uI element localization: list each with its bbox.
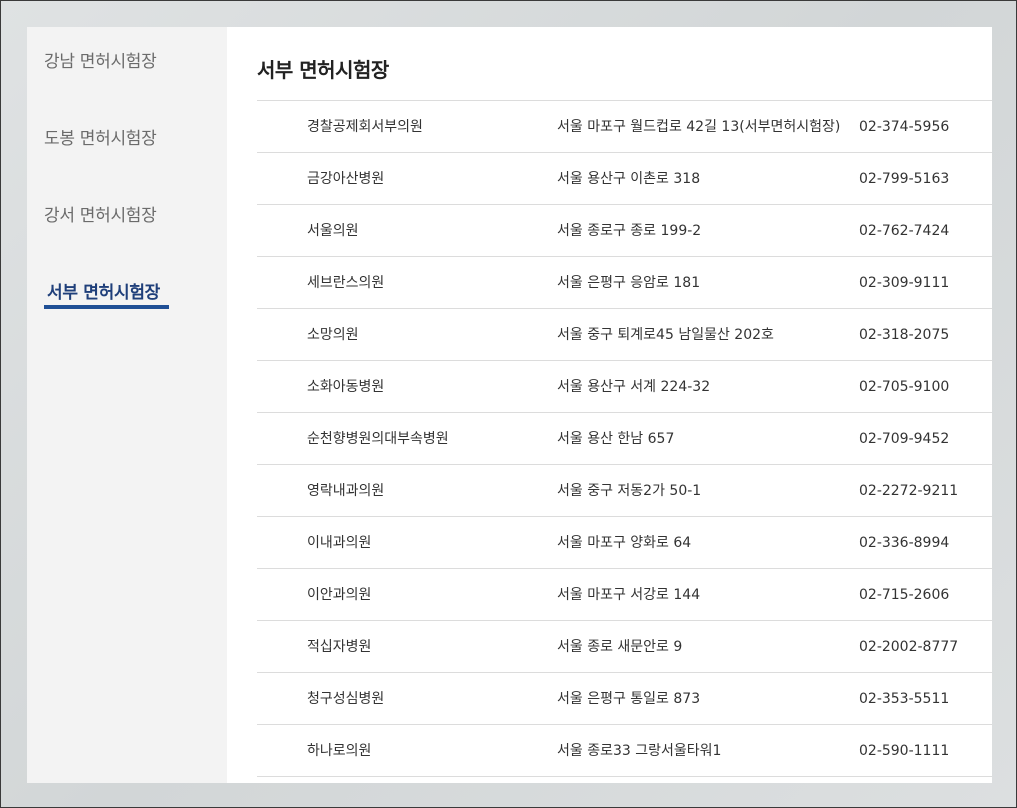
hospital-address: 서울 중구 퇴계로45 남일물산 202호 xyxy=(557,326,774,343)
hospital-phone: 02-318-2075 xyxy=(859,326,950,343)
hospital-address: 서울 마포구 양화로 64 xyxy=(557,534,692,551)
hospital-address: 서울 종로 새문안로 9 xyxy=(557,638,683,655)
hospital-address: 서울 은평구 응암로 181 xyxy=(557,274,701,291)
hospital-name: 소화아동병원 xyxy=(307,378,385,395)
sidebar-item-seobu[interactable]: 서부 면허시험장 xyxy=(47,278,160,303)
table-row: 이안과의원 서울 마포구 서강로 144 02-715-2606 xyxy=(257,569,992,621)
hospital-name: 순천향병원의대부속병원 xyxy=(307,430,449,447)
hospital-phone: 02-336-8994 xyxy=(859,534,950,551)
hospital-address: 서울 은평구 통일로 873 xyxy=(557,690,701,707)
sidebar: 강남 면허시험장 도봉 면허시험장 강서 면허시험장 서부 면허시험장 xyxy=(27,27,227,783)
table-row: 이내과의원 서울 마포구 양화로 64 02-336-8994 xyxy=(257,517,992,569)
sidebar-item-dobong[interactable]: 도봉 면허시험장 xyxy=(44,124,157,149)
hospital-address: 서울 중구 저동2가 50-1 xyxy=(557,482,702,499)
hospital-phone: 02-590-1111 xyxy=(859,742,950,759)
hospital-name: 이안과의원 xyxy=(307,586,372,603)
table-row: 세브란스의원 서울 은평구 응암로 181 02-309-9111 xyxy=(257,257,992,309)
content-area: 서부 면허시험장 경찰공제회서부의원 서울 마포구 월드컵로 42길 13(서부면… xyxy=(227,27,992,783)
hospital-phone: 02-309-9111 xyxy=(859,274,950,291)
hospital-name: 경찰공제회서부의원 xyxy=(307,118,423,135)
table-row: 소망의원 서울 중구 퇴계로45 남일물산 202호 02-318-2075 xyxy=(257,309,992,361)
window-frame: 강남 면허시험장 도봉 면허시험장 강서 면허시험장 서부 면허시험장 서부 면… xyxy=(0,0,1017,808)
hospital-address: 서울 용산구 서계 224-32 xyxy=(557,378,711,395)
hospital-phone: 02-705-9100 xyxy=(859,378,950,395)
hospital-name: 이내과의원 xyxy=(307,534,372,551)
table-row: 순천향병원의대부속병원 서울 용산 한남 657 02-709-9452 xyxy=(257,413,992,465)
hospital-address: 서울 용산구 이촌로 318 xyxy=(557,170,701,187)
hospital-name: 영락내과의원 xyxy=(307,482,385,499)
hospital-phone: 02-715-2606 xyxy=(859,586,950,603)
table-row: 경찰공제회서부의원 서울 마포구 월드컵로 42길 13(서부면허시험장) 02-3… xyxy=(257,101,992,153)
hospital-address: 서울 종로33 그랑서울타워1 xyxy=(557,742,722,759)
hospital-phone: 02-353-5511 xyxy=(859,690,950,707)
hospital-table: 경찰공제회서부의원 서울 마포구 월드컵로 42길 13(서부면허시험장) 02-3… xyxy=(257,100,992,777)
sidebar-item-gangseo[interactable]: 강서 면허시험장 xyxy=(44,201,157,226)
hospital-phone: 02-374-5956 xyxy=(859,118,950,135)
hospital-name: 금강아산병원 xyxy=(307,170,385,187)
hospital-name: 적십자병원 xyxy=(307,638,372,655)
main-panel: 강남 면허시험장 도봉 면허시험장 강서 면허시험장 서부 면허시험장 서부 면… xyxy=(27,27,992,783)
active-tab-indicator xyxy=(44,305,169,309)
hospital-name: 서울의원 xyxy=(307,222,359,239)
table-row: 소화아동병원 서울 용산구 서계 224-32 02-705-9100 xyxy=(257,361,992,413)
table-row: 청구성심병원 서울 은평구 통일로 873 02-353-5511 xyxy=(257,673,992,725)
hospital-phone: 02-762-7424 xyxy=(859,222,950,239)
hospital-address: 서울 마포구 서강로 144 xyxy=(557,586,701,603)
hospital-name: 세브란스의원 xyxy=(307,274,385,291)
hospital-address: 서울 종로구 종로 199-2 xyxy=(557,222,702,239)
table-row: 영락내과의원 서울 중구 저동2가 50-1 02-2272-9211 xyxy=(257,465,992,517)
table-row: 서울의원 서울 종로구 종로 199-2 02-762-7424 xyxy=(257,205,992,257)
hospital-name: 청구성심병원 xyxy=(307,690,385,707)
hospital-phone: 02-709-9452 xyxy=(859,430,950,447)
hospital-phone: 02-799-5163 xyxy=(859,170,950,187)
hospital-address: 서울 마포구 월드컵로 42길 13(서부면허시험장) xyxy=(557,118,841,135)
table-row: 적십자병원 서울 종로 새문안로 9 02-2002-8777 xyxy=(257,621,992,673)
hospital-name: 소망의원 xyxy=(307,326,359,343)
sidebar-item-gangnam[interactable]: 강남 면허시험장 xyxy=(44,47,157,72)
table-row: 금강아산병원 서울 용산구 이촌로 318 02-799-5163 xyxy=(257,153,992,205)
hospital-phone: 02-2002-8777 xyxy=(859,638,959,655)
hospital-name: 하나로의원 xyxy=(307,742,372,759)
table-row: 하나로의원 서울 종로33 그랑서울타워1 02-590-1111 xyxy=(257,725,992,777)
page-title: 서부 면허시험장 xyxy=(257,58,389,82)
hospital-phone: 02-2272-9211 xyxy=(859,482,959,499)
hospital-address: 서울 용산 한남 657 xyxy=(557,430,675,447)
